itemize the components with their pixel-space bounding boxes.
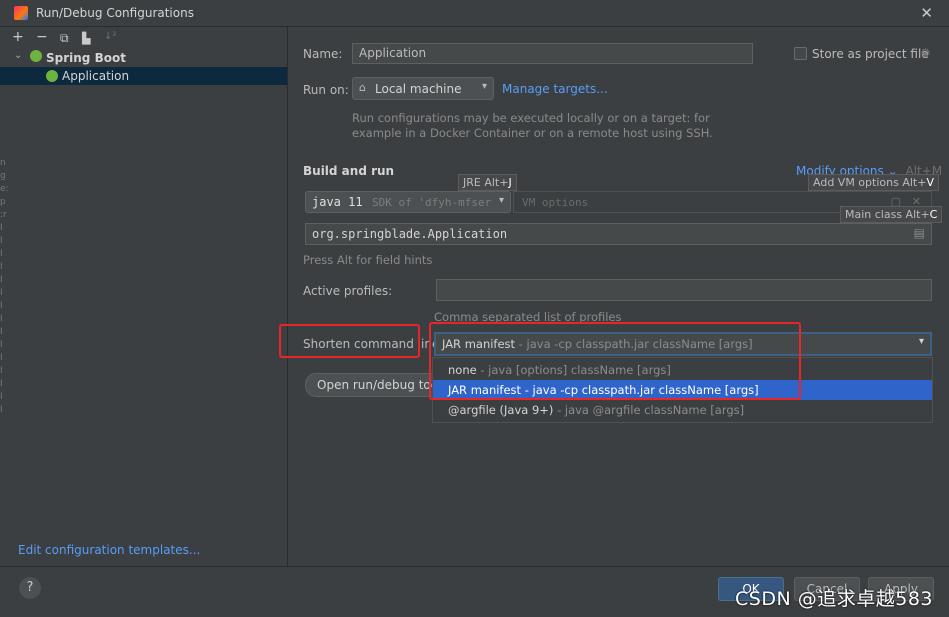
tree-item-spring-boot[interactable]: ⌄ Spring Boot [0,49,287,67]
browse-icon[interactable]: ▤ [914,226,925,240]
open-tool-window-option[interactable]: Open run/debug tool [305,373,447,397]
store-project-checkbox[interactable] [794,47,807,60]
title-bar: Run/Debug Configurations ✕ [0,0,949,27]
shorten-command-line-label: Shorten command line: [303,337,443,351]
jre-select[interactable]: java 11 SDK of 'dfyh-mfserv: ▾ [305,191,511,213]
run-on-select[interactable]: ⌂ Local machine ▾ [352,77,494,100]
manage-targets-link[interactable]: Manage targets... [502,82,608,96]
home-icon: ⌂ [359,81,366,94]
active-profiles-label: Active profiles: [303,284,392,298]
tree-item-application[interactable]: Application [0,67,287,85]
remove-icon[interactable]: − [36,29,48,45]
tree-item-label: Application [62,69,129,83]
dropdown-option-none[interactable]: none - java [options] className [args] [433,360,932,380]
close-icon[interactable]: ✕ [920,4,933,22]
left-edge-text: n g e: p :r I I I I I I I I I I I I I I … [0,157,8,557]
name-label: Name: [303,47,342,61]
name-field[interactable]: Application [352,43,753,64]
edit-templates-link[interactable]: Edit configuration templates... [18,543,200,557]
folder-icon[interactable]: ▙ [82,32,90,45]
store-project-label[interactable]: Store as project file [812,47,929,61]
window-title: Run/Debug Configurations [36,6,194,20]
gear-icon[interactable]: ⚙ [920,46,931,60]
main-class-field[interactable]: org.springblade.Application ▤ [305,223,932,245]
configuration-tree-panel: + − ⧉ ▙ ↓² ⌄ Spring Boot Application n g… [0,27,288,566]
field-hints-text: Press Alt for field hints [303,253,432,267]
vm-options-placeholder: VM options [522,196,588,209]
dropdown-option-argfile[interactable]: @argfile (Java 9+) - java @argfile class… [433,400,932,420]
sdk-details: SDK of 'dfyh-mfserv: [372,196,492,209]
shorten-selected-value: JAR manifest - java -cp classpath.jar cl… [442,337,753,351]
run-on-hint-line-1: Run configurations may be executed local… [352,111,710,125]
main-class-hint-popup: Main class Alt+C [840,206,942,223]
spring-boot-icon [30,50,42,62]
open-tool-window-label: Open run/debug tool [317,378,441,392]
watermark-text: CSDN @追求卓越583 [735,584,933,611]
dropdown-option-jar-manifest[interactable]: JAR manifest - java -cp classpath.jar cl… [433,380,932,400]
shorten-command-line-select[interactable]: JAR manifest - java -cp classpath.jar cl… [434,332,932,356]
shorten-options-dropdown: none - java [options] className [args] J… [432,357,933,423]
run-on-value: Local machine [375,82,461,96]
configuration-form: Name: Application Store as project file … [288,27,949,566]
active-profiles-hint: Comma separated list of profiles [434,310,622,324]
spring-boot-icon [46,70,58,82]
tree-item-label: Spring Boot [46,51,126,65]
run-on-label: Run on: [303,83,349,97]
jre-hint-popup: JRE Alt+J [458,174,517,191]
chevron-down-icon: ⌄ [14,50,22,61]
build-and-run-heading: Build and run [303,164,394,178]
add-vm-hint-popup: Add VM options Alt+V [808,174,939,191]
add-icon[interactable]: + [12,29,24,45]
sort-icon[interactable]: ↓² [104,31,116,42]
chevron-down-icon: ▾ [919,336,924,347]
copy-icon[interactable]: ⧉ [60,31,69,46]
main-class-value: org.springblade.Application [312,227,507,241]
chevron-down-icon: ▾ [499,195,504,206]
run-on-hint-line-2: example in a Docker Container or on a re… [352,126,713,140]
app-logo-icon [14,6,28,20]
chevron-down-icon: ▾ [482,81,487,92]
sdk-name: java 11 [312,195,363,209]
help-icon[interactable]: ? [19,577,41,599]
active-profiles-field[interactable] [436,279,932,301]
